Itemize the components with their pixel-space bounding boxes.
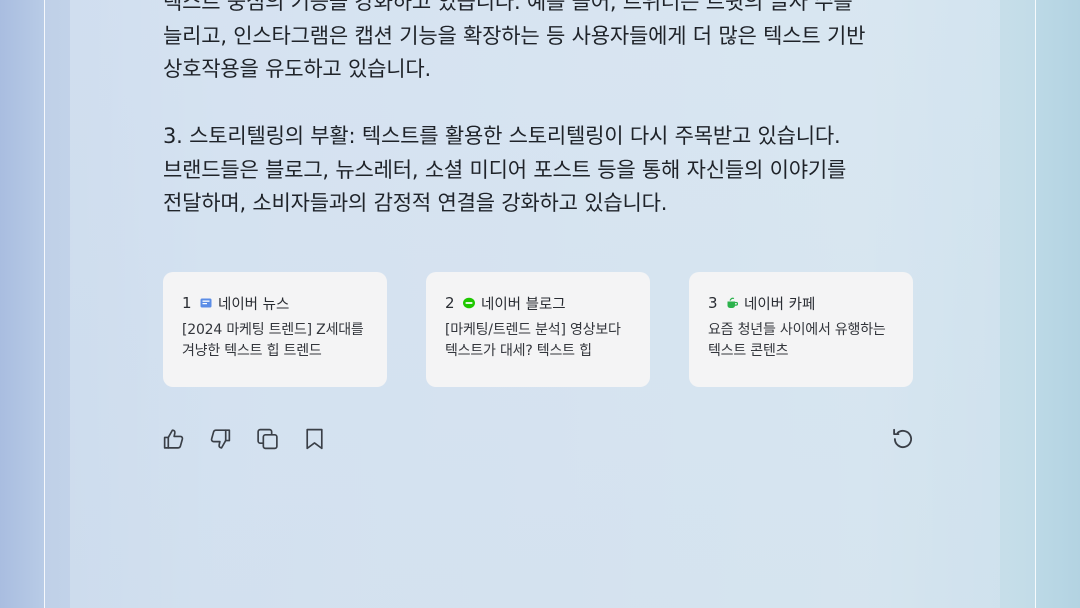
- answer-paragraph: 텍스트 중심의 기능을 강화하고 있습니다. 예를 들어, 트위터는 트윗의 글…: [163, 0, 866, 81]
- source-card-2[interactable]: 2 네이버 블로그 [마케팅/트렌드 분석] 영상보다 텍스트가 대세? 텍스트…: [426, 272, 650, 387]
- source-card-header: 1 네이버 뉴스: [182, 292, 369, 314]
- source-site-name: 네이버 뉴스: [218, 296, 290, 313]
- source-title: [2024 마케팅 트렌드] Z세대를 겨냥한 텍스트 힙 트렌드: [182, 322, 364, 359]
- source-title: [마케팅/트렌드 분석] 영상보다 텍스트가 대세? 텍스트 힙: [445, 322, 621, 359]
- naver-cafe-icon: [726, 297, 739, 309]
- naver-blog-icon: [463, 297, 475, 309]
- source-cards: 1 네이버 뉴스 [2024 마케팅 트렌드] Z세대를 겨냥한 텍스트 힙 트…: [163, 272, 913, 387]
- source-card-header: 3 네이버 카페: [708, 292, 895, 314]
- source-card-3[interactable]: 3 네이버 카페 요즘 청년들 사이에서 유행하는 텍스트 콘텐츠: [689, 272, 913, 387]
- naver-news-icon: [200, 297, 212, 309]
- copy-icon[interactable]: [255, 426, 280, 452]
- thumbs-up-icon[interactable]: [161, 426, 186, 452]
- answer-text: 텍스트 중심의 기능을 강화하고 있습니다. 예를 들어, 트위터는 트윗의 글…: [163, 0, 923, 221]
- source-title: 요즘 청년들 사이에서 유행하는 텍스트 콘텐츠: [708, 322, 886, 359]
- source-site-name: 네이버 블로그: [481, 296, 566, 313]
- source-card-1[interactable]: 1 네이버 뉴스 [2024 마케팅 트렌드] Z세대를 겨냥한 텍스트 힙 트…: [163, 272, 387, 387]
- source-number: 1: [182, 294, 192, 312]
- answer-actions: [161, 426, 327, 452]
- answer-paragraph: 3. 스토리텔링의 부활: 텍스트를 활용한 스토리텔링이 다시 주목받고 있습…: [163, 124, 847, 215]
- source-site-name: 네이버 카페: [744, 296, 816, 313]
- bookmark-icon[interactable]: [302, 426, 327, 452]
- refresh-icon[interactable]: [890, 426, 916, 452]
- thumbs-down-icon[interactable]: [208, 426, 233, 452]
- source-number: 2: [445, 294, 455, 312]
- source-number: 3: [708, 294, 718, 312]
- source-card-header: 2 네이버 블로그: [445, 292, 632, 314]
